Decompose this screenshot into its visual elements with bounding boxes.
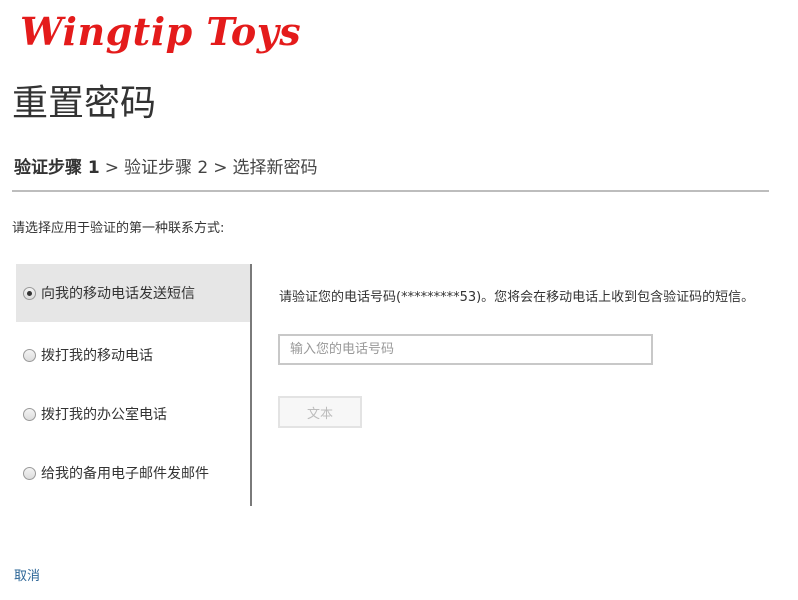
option-label: 拨打我的办公室电话: [41, 407, 167, 423]
step-separator: >: [213, 158, 228, 178]
phone-verification-instruction: 请验证您的电话号码(*********53)。您将会在移动电话上收到包含验证码的…: [279, 290, 755, 305]
step-separator: >: [104, 158, 119, 178]
page-title: 重置密码: [12, 83, 157, 124]
phone-number-input[interactable]: [278, 334, 653, 365]
radio-unselected-icon[interactable]: [23, 466, 36, 480]
option-label: 给我的备用电子邮件发邮件: [41, 466, 209, 482]
radio-unselected-icon[interactable]: [23, 348, 36, 362]
contact-method-options: 向我的移动电话发送短信 拨打我的移动电话 拨打我的办公室电话 给我的备用电子邮件…: [16, 264, 250, 506]
option-call-mobile[interactable]: 拨打我的移动电话: [16, 326, 250, 384]
step-1-current: 验证步骤 1: [14, 158, 100, 178]
radio-selected-icon[interactable]: [23, 286, 36, 300]
contact-method-prompt: 请选择应用于验证的第一种联系方式:: [12, 221, 225, 236]
option-text-mobile[interactable]: 向我的移动电话发送短信: [16, 264, 250, 322]
option-label: 向我的移动电话发送短信: [41, 286, 195, 302]
steps-divider: [12, 190, 769, 192]
cancel-link[interactable]: 取消: [14, 567, 40, 587]
option-call-office[interactable]: 拨打我的办公室电话: [16, 385, 250, 443]
step-3: 选择新密码: [232, 158, 318, 178]
step-2: 验证步骤 2: [124, 158, 209, 178]
radio-unselected-icon[interactable]: [23, 407, 36, 421]
option-label: 拨打我的移动电话: [41, 348, 153, 364]
send-text-button[interactable]: 文本: [278, 396, 362, 428]
breadcrumb-steps: 验证步骤 1 > 验证步骤 2 > 选择新密码: [14, 154, 317, 182]
option-email-alternate[interactable]: 给我的备用电子邮件发邮件: [16, 444, 250, 502]
options-divider: [250, 264, 252, 506]
wingtip-toys-logo: Wingtip Toys: [20, 9, 302, 54]
